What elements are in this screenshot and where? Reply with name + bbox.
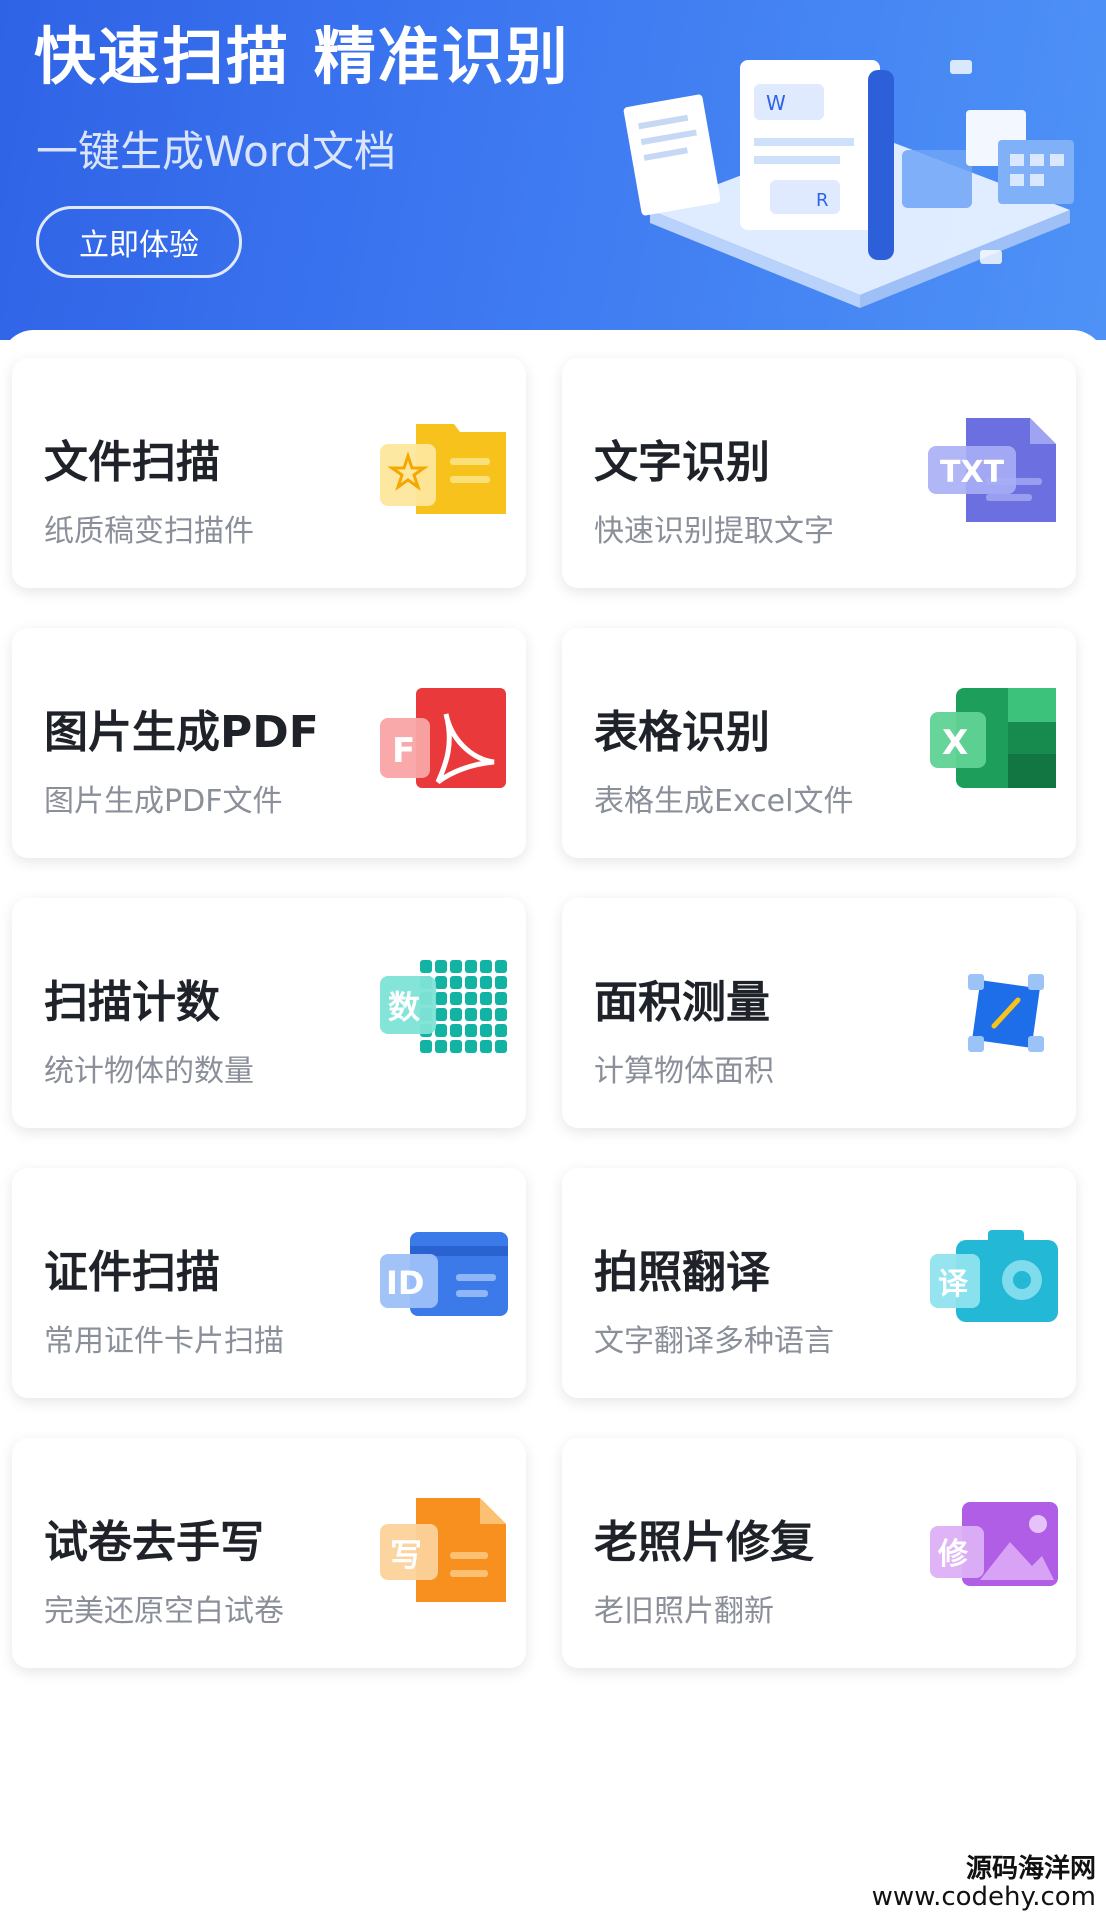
exam-handwriting-icon: 写 [376,1494,510,1606]
feature-title: 文件扫描 [44,437,220,488]
svg-text:TXT: TXT [940,455,1005,490]
feature-card-photo-translate[interactable]: 拍照翻译 文字翻译多种语言 译 [562,1168,1076,1398]
count-grid-cell [450,960,462,973]
count-grid-cell [435,960,447,973]
feature-subtitle: 老旧照片翻新 [594,1594,774,1629]
feature-panel: 文件扫描 纸质稿变扫描件 文字识别 快速识别提取文字 TXT 图片生成PDF 图… [0,330,1106,1920]
count-grid-cell [480,1008,492,1021]
count-grid-cell [495,1024,507,1037]
count-grid-cell [495,1040,507,1053]
count-grid-cell [480,1024,492,1037]
feature-card-id-scan[interactable]: 证件扫描 常用证件卡片扫描 ID [12,1168,526,1398]
photo-restore-icon: 修 [926,1494,1060,1606]
count-grid-cell [495,960,507,973]
feature-title: 扫描计数 [44,977,220,1028]
count-grid-cell [480,1040,492,1053]
feature-card-table-recognition[interactable]: 表格识别 表格生成Excel文件 X [562,628,1076,858]
feature-subtitle: 快速识别提取文字 [594,514,834,549]
feature-subtitle: 常用证件卡片扫描 [44,1324,284,1359]
count-grid-cell [435,976,447,989]
excel-icon: X [926,684,1060,796]
count-grid-cell [480,976,492,989]
svg-text:数: 数 [388,988,421,1026]
watermark: 源码海洋网 www.codehy.com [872,1855,1096,1912]
svg-text:写: 写 [390,1536,422,1574]
count-grid-cell [465,992,477,1005]
feature-title: 面积测量 [594,977,770,1028]
count-grid-cell [465,1008,477,1021]
feature-subtitle: 图片生成PDF文件 [44,784,283,819]
feature-title: 试卷去手写 [44,1517,264,1568]
svg-text:修: 修 [937,1537,969,1572]
feature-title: 图片生成PDF [44,707,319,758]
count-grid-cell [450,1024,462,1037]
promo-banner[interactable]: 快速扫描 精准识别 一键生成Word文档 立即体验 W R [0,0,1106,340]
feature-title: 文字识别 [594,437,770,488]
feature-card-text-recognition[interactable]: 文字识别 快速识别提取文字 TXT [562,358,1076,588]
feature-card-image-to-pdf[interactable]: 图片生成PDF 图片生成PDF文件 F [12,628,526,858]
count-grid-cell [495,1008,507,1021]
count-grid-cell [435,992,447,1005]
svg-text:R: R [816,190,829,211]
feature-subtitle: 计算物体面积 [594,1054,774,1089]
svg-text:W: W [766,91,786,115]
feature-title: 表格识别 [594,707,770,758]
document-illustration-icon: W R [620,40,1080,310]
svg-text:译: 译 [938,1267,969,1302]
count-grid-cell [480,992,492,1005]
feature-card-file-scan[interactable]: 文件扫描 纸质稿变扫描件 [12,358,526,588]
svg-text:X: X [942,723,968,763]
id-card-icon: ID [376,1224,510,1336]
feature-subtitle: 纸质稿变扫描件 [44,514,254,549]
feature-subtitle: 完美还原空白试卷 [44,1594,284,1629]
feature-card-photo-restore[interactable]: 老照片修复 老旧照片翻新 修 [562,1438,1076,1668]
area-measure-icon [926,954,1060,1066]
feature-card-exam-handwriting[interactable]: 试卷去手写 完美还原空白试卷 写 [12,1438,526,1668]
feature-subtitle: 文字翻译多种语言 [594,1324,834,1359]
count-grid-cell [450,976,462,989]
txt-icon: TXT [926,414,1060,526]
count-grid-cell [435,1040,447,1053]
watermark-site-name: 源码海洋网 [965,1853,1096,1884]
count-grid-cell [435,1008,447,1021]
feature-title: 拍照翻译 [594,1247,770,1298]
count-grid-cell [450,992,462,1005]
count-grid-cell [420,1040,432,1053]
count-grid-cell [465,960,477,973]
feature-card-scan-count[interactable]: 扫描计数 统计物体的数量 数 [12,898,526,1128]
count-grid-cell [465,1024,477,1037]
try-now-button[interactable]: 立即体验 [36,206,242,278]
count-grid-cell [420,960,432,973]
feature-subtitle: 统计物体的数量 [44,1054,254,1089]
feature-subtitle: 表格生成Excel文件 [594,784,854,819]
watermark-url: www.codehy.com [871,1882,1096,1913]
feature-card-area-measure[interactable]: 面积测量 计算物体面积 [562,898,1076,1128]
file-scan-icon [376,414,510,526]
feature-title: 老照片修复 [594,1517,814,1568]
count-grid-cell [450,1040,462,1053]
pdf-icon: F [376,684,510,796]
count-icon: 数 [376,954,510,1066]
count-grid-cell [465,1040,477,1053]
count-grid-cell [495,976,507,989]
camera-translate-icon: 译 [926,1224,1060,1336]
count-grid-cell [435,1024,447,1037]
feature-title: 证件扫描 [44,1247,220,1298]
banner-subtitle: 一键生成Word文档 [36,127,396,176]
svg-text:F: F [392,731,415,771]
count-grid-cell [450,1008,462,1021]
count-grid-cell [465,976,477,989]
svg-text:ID: ID [386,1264,424,1302]
banner-title: 快速扫描 精准识别 [34,20,570,93]
count-grid-cell [495,992,507,1005]
count-grid-cell [480,960,492,973]
